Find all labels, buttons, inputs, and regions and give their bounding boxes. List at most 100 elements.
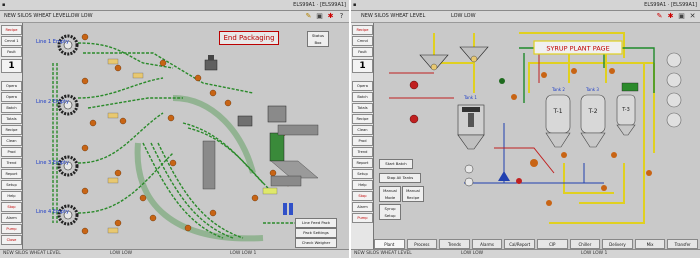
right-titlebar: ▪ ELS99A1 · [ELS99A1] (351, 0, 700, 11)
sidebar-item-alarm[interactable]: Alarm (1, 213, 22, 223)
sidebar-item-help[interactable]: Help (352, 180, 373, 190)
tab-trends[interactable]: Trends (439, 239, 470, 249)
line-1-label: Line 1 Empty (36, 39, 69, 45)
sidebar-item-trend[interactable]: Trend (1, 158, 22, 168)
close-icon[interactable]: ✕ (688, 12, 697, 21)
tab-chiller[interactable]: Chiller (569, 239, 601, 249)
sidebar-item-clean[interactable]: Clean (1, 136, 22, 146)
sidebar-number: 1 (1, 59, 22, 73)
right-menubar: NEW SILOS WHEAT LEVEL LOW LOW ✎ ✱ ▣ ✕ (351, 11, 700, 23)
line-3-label: Line 3 Empty (36, 160, 69, 166)
sidebar-item-recipe-2[interactable]: Recipe (1, 125, 22, 135)
sidebar-item-pump[interactable]: Pump (352, 213, 373, 223)
alarm-icon[interactable]: ✱ (666, 12, 675, 21)
tab-delivery[interactable]: Delivery (602, 239, 633, 249)
right-menu-item-2[interactable]: LOW LOW (451, 11, 476, 22)
tank-3-name: Tank 3 (585, 87, 599, 92)
tab-mix[interactable]: Mix (634, 239, 666, 249)
sidebar-item-pump[interactable]: Pump (1, 224, 22, 234)
tab-transfer[interactable]: Transfer (667, 239, 698, 249)
sidebar-item-alarm[interactable]: Alarm (352, 202, 373, 212)
right-status-1: NEW SILOS WHEAT LEVEL (354, 251, 412, 256)
line-feed-pack-button[interactable]: Line Feed Pack (295, 218, 337, 228)
right-sidebar: Recipe Cmnd Fault 1 Opera Batch Totals R… (351, 23, 374, 250)
packaging-machines[interactable] (202, 55, 319, 190)
left-process-canvas: Line 1 Empty Line 2 Empty Line 3 Empty L… (23, 23, 349, 250)
line-4-label: Line 4 Empty (36, 209, 69, 215)
wrench-icon[interactable]: ✎ (655, 12, 664, 21)
sidebar-item-opera[interactable]: Opera (352, 81, 373, 91)
tab-process[interactable]: Process (406, 239, 438, 249)
right-menu-item-1[interactable]: NEW SILOS WHEAT LEVEL (361, 11, 425, 22)
sidebar-item-batch[interactable]: Batch (1, 103, 22, 113)
right-window: ▪ ELS99A1 · [ELS99A1] NEW SILOS WHEAT LE… (351, 0, 700, 258)
sidebar-item-opera-2[interactable]: Opera (1, 92, 22, 102)
tank-2-label: T-2 (587, 108, 597, 115)
start-batch-button[interactable]: Start Batch (379, 159, 413, 169)
left-titlebar: ▪ ELS99A1 · [ELS99A1] (0, 0, 349, 11)
sidebar-item-recipe-2[interactable]: Recipe (352, 114, 373, 124)
save-icon[interactable]: ▣ (315, 12, 324, 21)
sidebar-item-batch[interactable]: Batch (352, 92, 373, 102)
sidebar-item-close[interactable]: Close (1, 235, 22, 245)
end-packaging-title: End Packaging (219, 31, 279, 45)
sidebar-item-totals[interactable]: Totals (1, 114, 22, 124)
sidebar-item-setup[interactable]: Setup (1, 180, 22, 190)
tank-1[interactable]: T-1 (545, 94, 571, 148)
sidebar-item-setup[interactable]: Setup (352, 169, 373, 179)
sidebar-item-clean[interactable]: Clean (352, 125, 373, 135)
right-status-3: LOW LOW 1 (581, 251, 608, 256)
sidebar-item-cmnd[interactable]: Cmnd (352, 36, 373, 46)
left-window: ▪ ELS99A1 · [ELS99A1] NEW SILOS WHEAT LE… (0, 0, 349, 258)
pack-settings-button[interactable]: Pack Settings (295, 228, 337, 238)
sidebar-item-recipe[interactable]: Recipe (352, 25, 373, 35)
question-icon[interactable]: ? (337, 12, 346, 21)
tab-cip[interactable]: CIP (536, 239, 568, 249)
left-title-right: ELS99A1 · [ELS99A1] (293, 2, 346, 8)
sidebar-item-prod[interactable]: Prod (1, 147, 22, 157)
right-indicators[interactable] (666, 52, 682, 128)
pump-icons[interactable] (409, 68, 652, 206)
line-2-label: Line 2 Empty (36, 99, 69, 105)
tank-1-name: Tank 1 (463, 95, 477, 100)
sidebar-item-stop[interactable]: Stop (1, 202, 22, 212)
sidebar-item-totals[interactable]: Totals (352, 103, 373, 113)
tank-3[interactable]: T-3 (616, 82, 639, 136)
tank-1-label: T-1 (552, 108, 562, 115)
sidebar-item-trend[interactable]: Trend (352, 147, 373, 157)
sidebar-item-stop[interactable]: Stop (352, 191, 373, 201)
tab-alarms[interactable]: Alarms (471, 239, 503, 249)
mix-tank[interactable] (457, 104, 485, 150)
tab-plant[interactable]: Plant (374, 239, 405, 249)
sidebar-item-help[interactable]: Help (1, 191, 22, 201)
sidebar-item-recipe[interactable]: Recipe (1, 25, 22, 35)
sidebar-item-report[interactable]: Report (1, 169, 22, 179)
main-track (134, 142, 264, 242)
manual-recipe-button[interactable]: Manual Recipe (402, 186, 424, 202)
check-weigher-button[interactable]: Check Weigher (295, 238, 337, 248)
wrench-icon[interactable]: ✎ (304, 12, 313, 21)
save-icon[interactable]: ▣ (677, 12, 686, 21)
sidebar-item-cmnd[interactable]: Cmnd 1 (1, 36, 22, 46)
syrup-setup-button[interactable]: Syrup Setup (379, 204, 401, 220)
status-box-button[interactable]: Status Box (307, 31, 329, 47)
page-title: SYRUP PLANT PAGE (546, 45, 609, 53)
sidebar-item-prod[interactable]: Prod (352, 136, 373, 146)
left-status-2: LOW LOW (110, 251, 133, 256)
sidebar-item-fault[interactable]: Fault (1, 47, 22, 57)
sidebar-number: 1 (352, 59, 373, 73)
stop-all-tanks-button[interactable]: Stop All Tanks (379, 173, 421, 183)
right-title-right: ELS99A1 · [ELS99A1] (644, 2, 697, 8)
tab-cal-report[interactable]: Cal/Report (504, 239, 535, 249)
sidebar-item-opera[interactable]: Opera (1, 81, 22, 91)
manual-mode-button[interactable]: Manual Mode (379, 186, 401, 202)
left-menu-item-1[interactable]: NEW SILOS WHEAT LEVEL (4, 11, 68, 22)
tank-2[interactable]: T-2 (580, 94, 606, 148)
left-menu-item-2[interactable]: LOW LOW (68, 11, 93, 22)
alarm-icon[interactable]: ✱ (326, 12, 335, 21)
hoppers[interactable] (419, 46, 489, 71)
sidebar-item-report[interactable]: Report (352, 158, 373, 168)
sidebar-item-fault[interactable]: Fault (352, 47, 373, 57)
left-status-3: LOW LOW 1 (230, 251, 257, 256)
left-status-1: NEW SILOS WHEAT LEVEL (3, 251, 61, 256)
